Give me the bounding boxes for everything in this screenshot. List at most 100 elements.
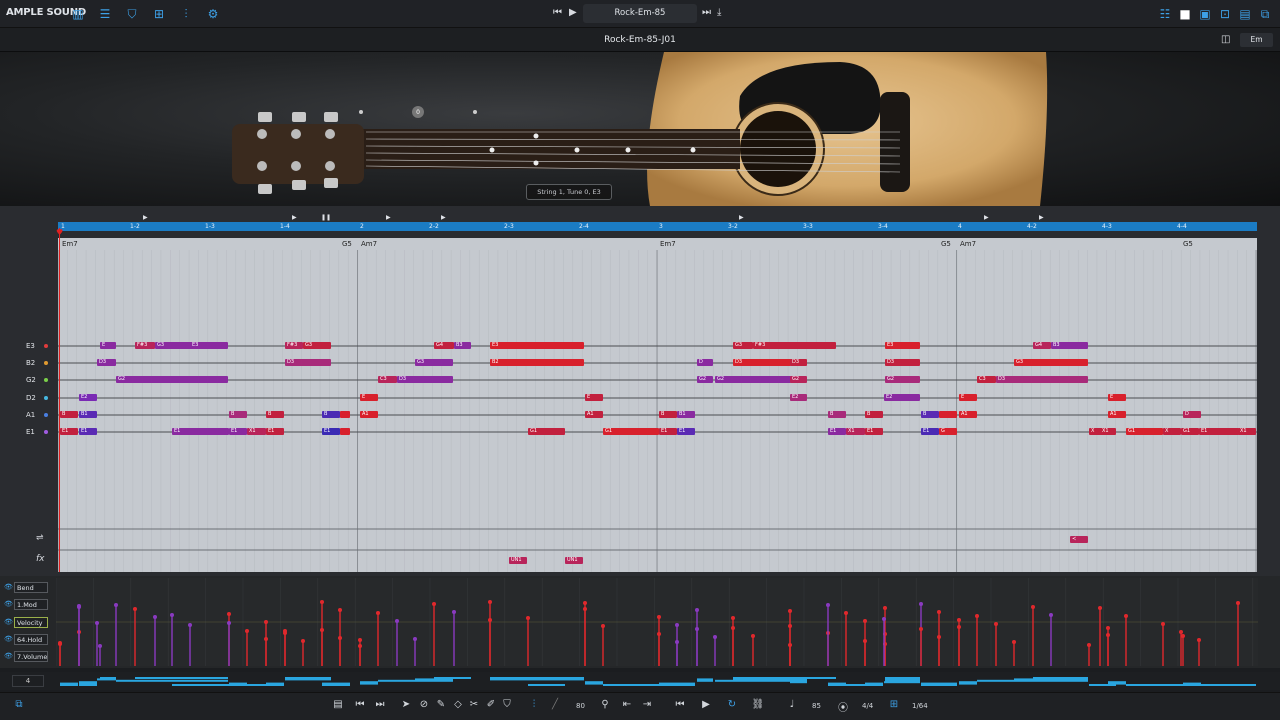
chord-label[interactable]: Am7 xyxy=(361,240,377,248)
chord-track[interactable] xyxy=(58,238,1257,250)
marker-icon[interactable]: ▶ xyxy=(386,214,391,221)
velocity-tool-icon[interactable]: ⫶ xyxy=(527,699,541,710)
note-block[interactable]: F#3 xyxy=(135,342,155,349)
note-block[interactable]: E1 xyxy=(79,428,97,435)
chord-label[interactable]: G5 xyxy=(941,240,951,248)
rewind-icon[interactable]: ⏮ xyxy=(673,699,687,710)
line-tool-icon[interactable]: ╱ xyxy=(548,699,562,710)
note-block[interactable]: B xyxy=(828,411,846,418)
grid-icon[interactable]: ⊞ xyxy=(151,6,167,22)
note-block[interactable]: D3 xyxy=(397,376,453,383)
controller-grid[interactable] xyxy=(55,578,1258,666)
strum-note[interactable]: ≺ xyxy=(1070,536,1088,543)
marker-icon[interactable]: ▶ xyxy=(441,214,446,221)
note-block[interactable]: E xyxy=(585,394,603,401)
controller-lane-7volume[interactable]: 7.Volume xyxy=(14,651,48,663)
note-block[interactable]: E xyxy=(360,394,378,401)
note-block[interactable]: E1 xyxy=(322,428,340,435)
skip-back-icon[interactable]: ⏮ xyxy=(353,699,367,710)
note-block[interactable]: E2 xyxy=(790,394,807,401)
library-icon[interactable]: ▥ xyxy=(70,6,86,22)
note-block[interactable]: B xyxy=(60,411,78,418)
controller-lane-1mod[interactable]: 1.Mod xyxy=(14,599,48,611)
zoom-value[interactable]: 4 xyxy=(12,675,44,687)
eye-icon[interactable]: 👁 xyxy=(4,583,13,591)
note-block[interactable]: B1 xyxy=(79,411,97,418)
note-block[interactable]: B2 xyxy=(490,359,584,366)
prev-preset-icon[interactable]: ⏮ xyxy=(553,7,562,18)
note-block[interactable]: G3 xyxy=(1014,359,1088,366)
note-block[interactable]: D3 xyxy=(790,359,807,366)
note-block[interactable]: E3 xyxy=(490,342,584,349)
note-block[interactable]: E2 xyxy=(79,394,97,401)
note-block[interactable]: D3 xyxy=(733,359,791,366)
note-block[interactable]: G3 xyxy=(733,342,753,349)
tempo2-value[interactable]: 85 xyxy=(812,702,821,710)
link-icon[interactable]: ⧉ xyxy=(12,699,26,710)
pointer-icon[interactable]: ➤ xyxy=(399,699,413,710)
list-icon[interactable]: ☰ xyxy=(97,6,113,22)
marker-icon[interactable]: ▶ xyxy=(1039,214,1044,221)
note-block[interactable] xyxy=(340,411,350,418)
note-block[interactable]: F#3 xyxy=(753,342,836,349)
note-block[interactable] xyxy=(939,411,957,418)
note-block[interactable]: A1 xyxy=(360,411,378,418)
settings-icon[interactable]: ⚙ xyxy=(205,6,221,22)
fx-icon[interactable]: fx xyxy=(36,554,45,564)
note-block[interactable]: G2 xyxy=(885,376,920,383)
note-block[interactable]: G2 xyxy=(790,376,807,383)
note-block[interactable]: G1 xyxy=(1126,428,1163,435)
key-button[interactable]: Em xyxy=(1240,33,1273,47)
note-block[interactable] xyxy=(340,428,350,435)
note-block[interactable]: D xyxy=(697,359,713,366)
chord-label[interactable]: Em7 xyxy=(660,240,676,248)
note-block[interactable]: B1 xyxy=(677,411,695,418)
playhead-icon[interactable]: ♥ xyxy=(56,228,63,237)
preset-name[interactable]: Rock-Em-85 xyxy=(583,4,697,23)
skip-forward-icon[interactable]: ⏭ xyxy=(373,699,387,710)
chord-label[interactable]: G5 xyxy=(342,240,352,248)
controller-lane-bend[interactable]: Bend xyxy=(14,582,48,593)
note-block[interactable]: G4 xyxy=(1033,342,1051,349)
note-block[interactable]: G1 xyxy=(1181,428,1199,435)
tap-icon[interactable]: ⦿ xyxy=(836,699,850,714)
tempo-value[interactable]: 80 xyxy=(576,702,585,710)
window-icon[interactable]: ⧉ xyxy=(1257,6,1273,22)
note-block[interactable]: G3 xyxy=(415,359,453,366)
view-fx-icon[interactable]: ⊡ xyxy=(1217,6,1233,22)
note-block[interactable]: B xyxy=(659,411,677,418)
note-block[interactable]: G2 xyxy=(116,376,228,383)
chord-label[interactable]: Am7 xyxy=(960,240,976,248)
chord-label[interactable]: Em7 xyxy=(62,240,78,248)
pencil-icon[interactable]: ✎ xyxy=(434,699,448,710)
note-block[interactable]: E1 xyxy=(229,428,247,435)
pause-marker-icon[interactable]: ❚❚ xyxy=(321,214,331,221)
note-block[interactable]: G2 xyxy=(715,376,791,383)
eye-icon[interactable]: 👁 xyxy=(4,652,13,660)
timeline-ruler[interactable] xyxy=(58,222,1257,231)
note-block[interactable]: X1 xyxy=(846,428,865,435)
note-block[interactable]: X1 xyxy=(1100,428,1116,435)
note-block[interactable]: E xyxy=(1108,394,1126,401)
note-block[interactable]: D3 xyxy=(285,359,331,366)
note-block[interactable]: B3 xyxy=(454,342,471,349)
chain-icon[interactable]: ⛓ xyxy=(751,699,765,710)
quantize-value[interactable]: 1/64 xyxy=(912,702,928,710)
note-block[interactable]: E1 xyxy=(266,428,284,435)
note-block[interactable]: G3 xyxy=(303,342,331,349)
note-block[interactable]: G1 xyxy=(603,428,659,435)
pin-icon[interactable]: ⚲ xyxy=(598,699,612,710)
note-block[interactable]: X1 xyxy=(247,428,266,435)
eye-icon[interactable]: 👁 xyxy=(4,600,13,608)
note-block[interactable]: B xyxy=(229,411,247,418)
view-panel-icon[interactable]: ▣ xyxy=(1197,6,1213,22)
mute-icon[interactable]: ⊘ xyxy=(417,699,431,710)
note-block[interactable]: G xyxy=(939,428,957,435)
view-list-icon[interactable]: ☷ xyxy=(1157,6,1173,22)
note-block[interactable]: B xyxy=(322,411,340,418)
scissors-icon[interactable]: ✂ xyxy=(467,699,481,710)
view-single-icon[interactable]: ■ xyxy=(1177,6,1193,22)
controller-lane-64hold[interactable]: 64.Hold xyxy=(14,633,48,645)
note-block[interactable]: D3 xyxy=(885,359,920,366)
marker-icon[interactable]: ▶ xyxy=(739,214,744,221)
